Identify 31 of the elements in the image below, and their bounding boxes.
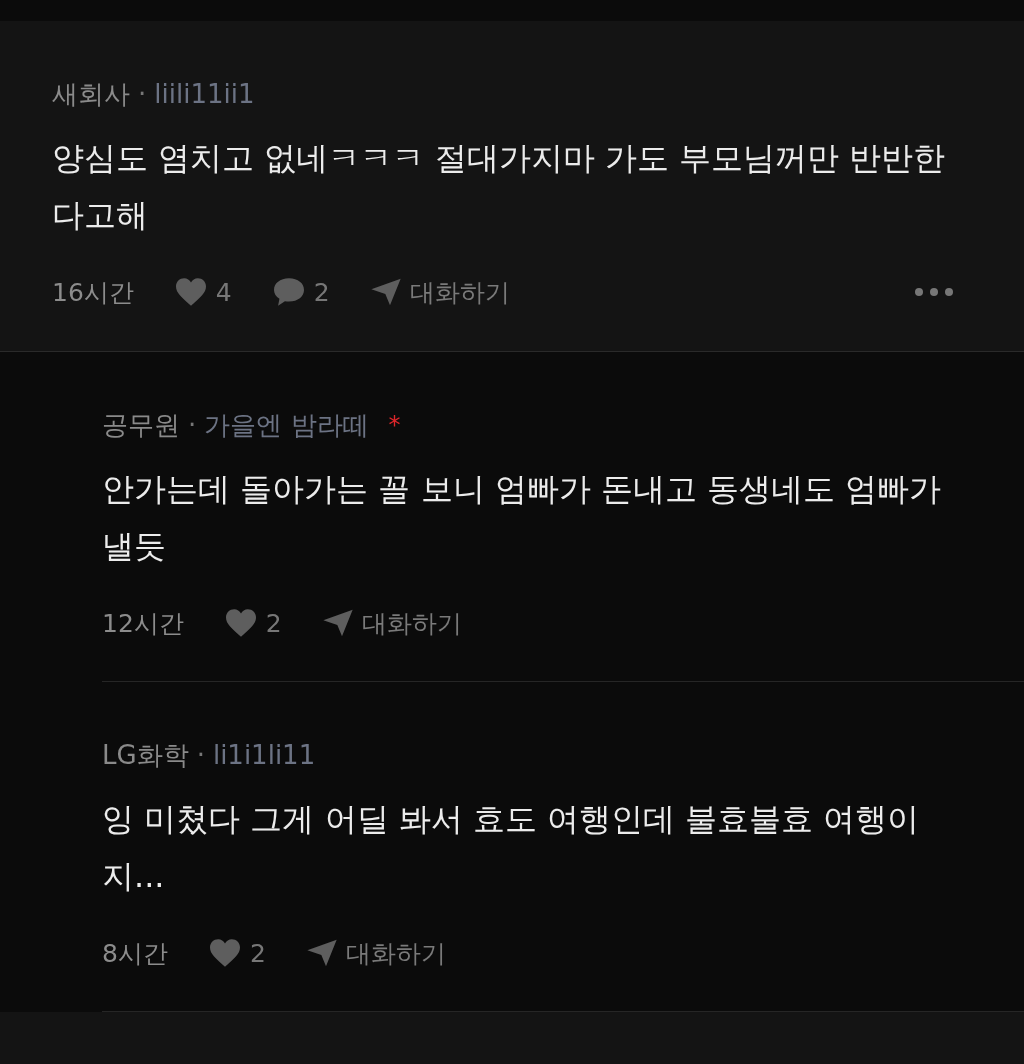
more-options-icon[interactable] — [914, 287, 954, 297]
like-count: 2 — [249, 938, 266, 968]
chat-link[interactable]: 대화하기 — [345, 936, 446, 970]
heart-icon[interactable] — [223, 608, 258, 638]
time-ago: 12시간 — [102, 607, 184, 640]
chat-link[interactable]: 대화하기 — [361, 606, 462, 640]
author-mark: * — [388, 411, 401, 439]
paper-plane-icon[interactable] — [305, 938, 338, 968]
heart-icon[interactable] — [173, 277, 208, 307]
time-ago: 16시간 — [52, 276, 134, 309]
heart-icon[interactable] — [207, 938, 242, 968]
company-name: 새회사 — [52, 77, 130, 111]
separator-dot: · — [188, 410, 197, 440]
like-count: 2 — [265, 608, 282, 638]
paper-plane-icon[interactable] — [321, 608, 354, 638]
nickname[interactable]: 가을엔 밤라떼 — [204, 407, 369, 443]
time-ago: 8시간 — [102, 937, 168, 970]
comment-text: 잉 미쳤다 그게 어딜 봐서 효도 여행인데 불효불효 여행이지... — [102, 799, 921, 897]
separator-dot: · — [196, 740, 205, 770]
company-name: LG화학 — [102, 738, 189, 772]
nickname[interactable]: li1i1li11 — [212, 740, 316, 770]
nickname[interactable]: liili11ii1 — [154, 79, 255, 109]
separator-dot: · — [138, 79, 147, 109]
like-count: 4 — [215, 277, 232, 307]
paper-plane-icon[interactable] — [369, 277, 402, 307]
comment-text: 안가는데 돌아가는 꼴 보니 엄빠가 돈내고 동생네도 엄빠가 낼듯 — [102, 469, 943, 567]
reply-count: 2 — [313, 277, 330, 307]
comment-text: 양심도 염치고 없네ㅋㅋㅋ 절대가지마 가도 부모님꺼만 반반한다고해 — [52, 138, 947, 236]
speech-bubble-icon[interactable] — [271, 277, 306, 307]
company-name: 공무원 — [102, 408, 180, 442]
chat-link[interactable]: 대화하기 — [409, 275, 510, 309]
